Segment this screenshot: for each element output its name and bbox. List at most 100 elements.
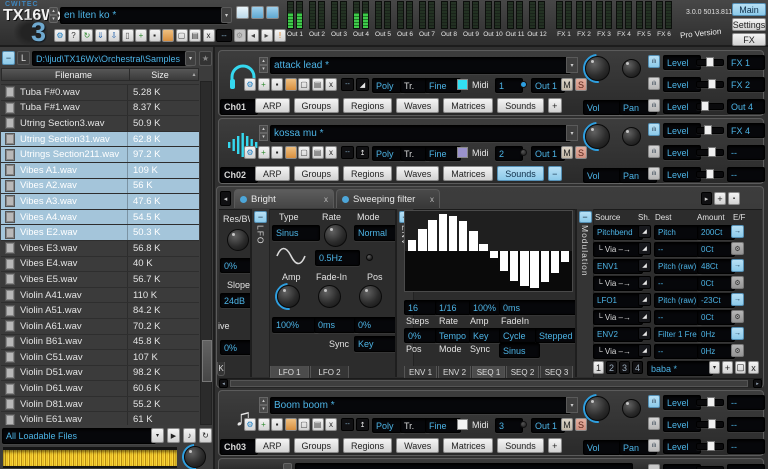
- file-row[interactable]: Vibes A3.wav47.6 K: [1, 194, 199, 210]
- h-scroll-right-icon[interactable]: ▸: [753, 379, 762, 388]
- mod-dest-field[interactable]: --: [654, 242, 702, 257]
- file-row[interactable]: Violin D81.wav55.2 K: [1, 397, 199, 413]
- tab-waves[interactable]: Waves: [396, 438, 439, 453]
- volume-label-field[interactable]: Vol: [583, 100, 623, 115]
- mod-shape-icon[interactable]: ◢: [638, 276, 651, 289]
- filter-tab-partial[interactable]: K: [217, 362, 225, 376]
- modulation-collapse-button[interactable]: −: [579, 211, 592, 223]
- channel-color-swatch[interactable]: [457, 79, 468, 90]
- nav-main[interactable]: Main: [732, 3, 766, 16]
- output-select-field[interactable]: Out 1: [531, 146, 565, 161]
- program-dropdown-icon[interactable]: ▾: [566, 57, 578, 73]
- tab-matrices[interactable]: Matrices: [443, 438, 493, 453]
- copy-icon[interactable]: ▤: [312, 78, 324, 91]
- send-meter-icon[interactable]: ılı: [648, 55, 660, 68]
- tab-waves[interactable]: Waves: [396, 166, 439, 181]
- send-dest-field[interactable]: Out 4: [727, 99, 765, 114]
- forward-icon[interactable]: ▸: [261, 29, 273, 42]
- mod-source-field[interactable]: ENV2: [593, 327, 643, 342]
- send-dest-field[interactable]: FX 2: [727, 77, 765, 92]
- save-icon[interactable]: ▢: [298, 418, 310, 431]
- mod-dest-field[interactable]: Filter 1 Freq: [654, 327, 702, 342]
- tab-add-button[interactable]: +: [714, 192, 726, 205]
- preview-volume-knob[interactable]: [182, 444, 208, 469]
- column-size[interactable]: Size: [130, 69, 190, 80]
- mod-amount-field[interactable]: 0Ct: [697, 310, 735, 325]
- partial-slider[interactable]: [696, 462, 724, 469]
- dash-button[interactable]: --: [341, 146, 354, 159]
- layout-button-2[interactable]: [251, 6, 264, 19]
- eject-icon[interactable]: ↥: [356, 146, 369, 159]
- remove-icon[interactable]: ▪: [149, 29, 161, 42]
- seq-step-bar[interactable]: [541, 251, 549, 282]
- send-dest-field[interactable]: --: [727, 167, 765, 182]
- editor-h-scrollbar[interactable]: ◂ ▸: [219, 378, 762, 388]
- seq-step-bar[interactable]: [418, 229, 426, 251]
- play-icon[interactable]: ▶: [167, 428, 180, 443]
- seq-step-bar[interactable]: [469, 231, 477, 251]
- send-level-slider[interactable]: [696, 439, 724, 452]
- filter-dropdown-icon[interactable]: ▾: [151, 428, 164, 443]
- lfo-pos-value[interactable]: 0%: [354, 317, 400, 333]
- tab-sounds[interactable]: Sounds: [497, 98, 544, 113]
- tab-scroll-left-icon[interactable]: ◂: [220, 191, 231, 206]
- mod-settings-icon[interactable]: ⚙: [731, 276, 744, 289]
- loop-icon[interactable]: ↻: [199, 428, 212, 443]
- partial-spinner[interactable]: [283, 463, 292, 469]
- mod-dest-field[interactable]: Pitch: [654, 225, 702, 240]
- file-row[interactable]: Violin A41.wav110 K: [1, 288, 199, 304]
- mod-amount-field[interactable]: 48Ct: [697, 259, 735, 274]
- volume-label-field[interactable]: Vol: [583, 440, 623, 455]
- fine-tune-field[interactable]: Fine: [425, 418, 461, 433]
- file-row[interactable]: Violin A61.wav70.2 K: [1, 319, 199, 335]
- mod-shape-icon[interactable]: ◢: [638, 293, 651, 306]
- lfo-amp-knob[interactable]: [275, 283, 302, 310]
- pan-knob[interactable]: [620, 397, 643, 420]
- program-spin-down[interactable]: ▾: [259, 65, 268, 73]
- lfo-pos-knob[interactable]: [357, 283, 384, 310]
- tab-regions[interactable]: Regions: [343, 98, 392, 113]
- file-filter-select[interactable]: All Loadable Files: [2, 428, 156, 444]
- file-row[interactable]: Vibes A4.wav54.5 K: [1, 210, 199, 226]
- midi-mini-knob[interactable]: [520, 149, 527, 156]
- path-field[interactable]: D:\ljud\TX16Wx\Orchestral\Samples: [32, 51, 192, 66]
- mod-preset-save-button[interactable]: ▢: [735, 361, 746, 374]
- tab-arp[interactable]: ARP: [255, 438, 290, 453]
- tab-sounds[interactable]: Sounds: [497, 438, 544, 453]
- seq-step-bar[interactable]: [408, 240, 416, 251]
- send-meter-icon[interactable]: ılı: [648, 99, 660, 112]
- midi-channel-field[interactable]: 3: [495, 418, 523, 433]
- mod-preset-select[interactable]: baba *: [647, 361, 713, 376]
- volume-knob[interactable]: [583, 122, 612, 151]
- volume-label-field[interactable]: Vol: [583, 168, 623, 183]
- folder-icon[interactable]: [285, 78, 297, 91]
- output-select-field[interactable]: Out 1: [531, 78, 565, 93]
- mod-source-field[interactable]: ENV1: [593, 259, 643, 274]
- seq-step-bar[interactable]: [479, 244, 487, 251]
- tab-arp[interactable]: ARP: [255, 98, 290, 113]
- send-dest-field[interactable]: --: [727, 395, 765, 410]
- nav-settings[interactable]: Settings: [732, 18, 766, 31]
- mod-preset-delete-button[interactable]: x: [748, 361, 759, 374]
- tab-groups[interactable]: Groups: [294, 98, 340, 113]
- tab-regions[interactable]: Regions: [343, 438, 392, 453]
- file-row[interactable]: Vibes A2.wav56 K: [1, 179, 199, 195]
- slider-thumb[interactable]: [707, 441, 715, 451]
- add-icon[interactable]: +: [258, 418, 270, 431]
- seq-step-bar[interactable]: [530, 251, 538, 288]
- sort-icon[interactable]: ▴: [190, 69, 198, 80]
- tab-scroll-right-icon[interactable]: ▸: [701, 192, 712, 205]
- file-row[interactable]: Violin D61.wav60.6 K: [1, 381, 199, 397]
- eject-icon[interactable]: ↥: [356, 418, 369, 431]
- program-spin-up[interactable]: ▴: [259, 397, 268, 405]
- mod-shape-icon[interactable]: ◢: [638, 310, 651, 323]
- delete-icon[interactable]: x: [325, 78, 337, 91]
- step-sequencer-graph[interactable]: [404, 210, 573, 292]
- trash-icon[interactable]: ▯: [122, 29, 134, 42]
- send-meter-icon[interactable]: ılı: [648, 167, 660, 180]
- seq-fade-value[interactable]: 0ms: [499, 300, 581, 315]
- file-row[interactable]: Violin D51.wav98.2 K: [1, 366, 199, 382]
- file-list-scrollbar[interactable]: [200, 81, 212, 425]
- midi-activity-led[interactable]: [520, 81, 527, 88]
- program-name-field[interactable]: kossa mu *: [270, 125, 571, 142]
